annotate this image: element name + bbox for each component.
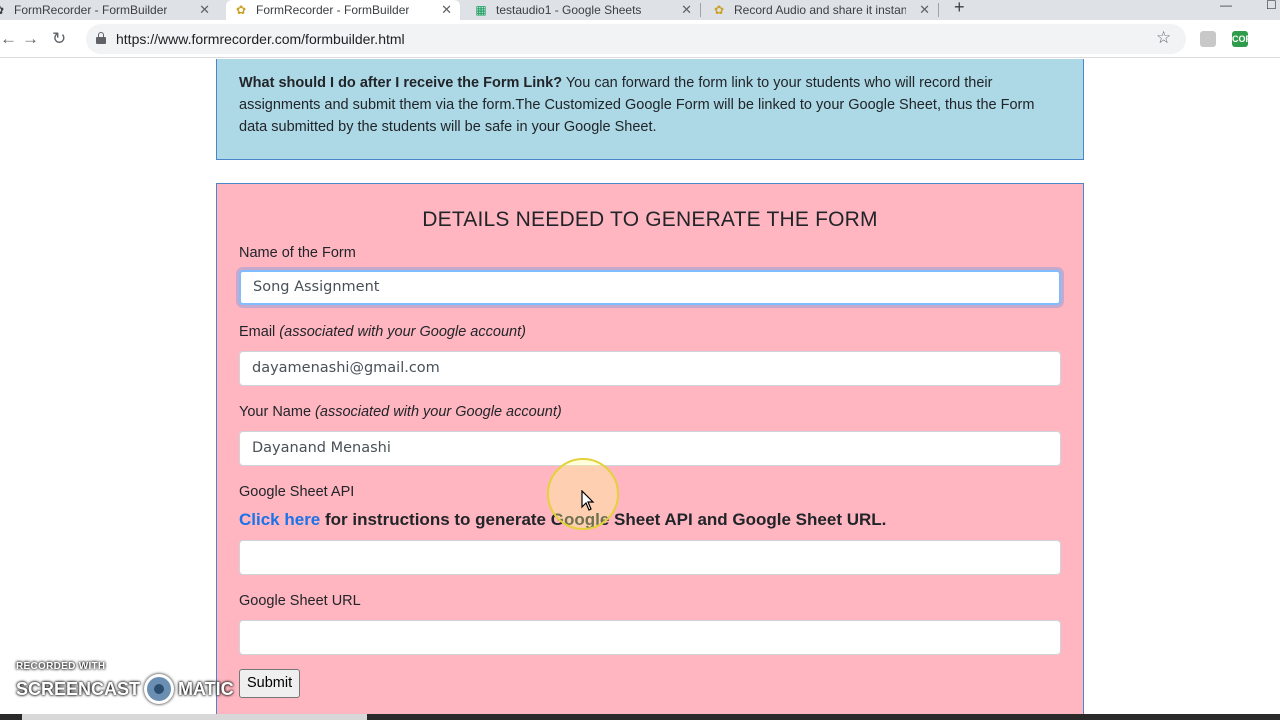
google-sheets-favicon-icon: ▦ [475,3,487,17]
lock-icon [96,32,106,44]
cors-extension-icon[interactable]: CORS [1232,31,1258,47]
url-text[interactable]: https://www.formrecorder.com/formbuilder… [116,31,405,47]
sheet-api-input[interactable] [239,540,1061,575]
tab-title: testaudio1 - Google Sheets [496,3,642,17]
your-name-label: Your Name (associated with your Google a… [239,404,562,420]
sheet-url-input[interactable] [239,620,1061,655]
browser-toolbar: ← → ↻ https://www.formrecorder.com/formb… [0,20,1280,58]
sheet-url-label: Google Sheet URL [239,593,361,609]
submit-button[interactable]: Submit [239,669,301,698]
pdf-extension-icon[interactable] [1200,31,1216,47]
close-tab-icon[interactable]: ✕ [441,2,452,18]
new-tab-icon[interactable]: + [954,0,965,18]
tab-title: Record Audio and share it instan [734,3,906,17]
browser-tab[interactable]: ▦ testaudio1 - Google Sheets ✕ [466,0,700,20]
browser-tab-active[interactable]: ✿ FormRecorder - FormBuilder ✕ [226,0,460,20]
address-bar[interactable]: https://www.formrecorder.com/formbuilder… [86,24,1186,54]
tab-title: FormRecorder - FormBuilder [256,3,410,17]
page-content: What should I do after I receive the For… [0,59,1280,720]
info-question: What should I do after I receive the For… [239,75,563,91]
tab-title: FormRecorder - FormBuilder [14,3,168,17]
watermark-left-text: SCREENCAST [16,678,141,699]
back-arrow-icon[interactable]: ← [0,29,17,49]
your-name-input[interactable]: Dayanand Menashi [239,431,1061,466]
email-label: Email (associated with your Google accou… [239,324,526,340]
formrecorder-favicon-icon: ✿ [0,3,6,17]
tab-divider [700,3,701,17]
browser-tab[interactable]: ✿ FormRecorder - FormBuilder ✕ [0,0,218,20]
form-details-panel: DETAILS NEEDED TO GENERATE THE FORM Name… [216,183,1084,720]
info-box: What should I do after I receive the For… [216,59,1084,160]
maximize-icon[interactable]: ☐ [1266,0,1277,12]
close-tab-icon[interactable]: ✕ [681,2,692,18]
forward-arrow-icon[interactable]: → [22,29,39,49]
sheet-api-label: Google Sheet API [239,484,355,500]
form-name-label: Name of the Form [239,245,356,261]
mouse-pointer-icon [581,490,595,511]
form-name-input[interactable]: Song Assignment [239,270,1061,305]
watermark-right-text: MATIC [178,678,234,699]
formrecorder-favicon-icon: ✿ [713,3,725,17]
email-input[interactable]: dayamenashi@gmail.com [239,351,1061,386]
close-tab-icon[interactable]: ✕ [199,2,210,18]
form-heading: DETAILS NEEDED TO GENERATE THE FORM [422,208,878,231]
formrecorder-favicon-icon: ✿ [235,3,247,17]
watermark-recorded-with: RECORDED WITH [16,661,106,672]
screencast-watermark: RECORDED WITH SCREENCAST MATIC [16,661,234,704]
reload-icon[interactable]: ↻ [52,29,66,49]
bookmark-star-icon[interactable]: ☆ [1156,28,1171,48]
browser-tab[interactable]: ✿ Record Audio and share it instan ✕ [704,0,938,20]
click-here-link[interactable]: Click here [239,510,320,529]
close-tab-icon[interactable]: ✕ [919,2,930,18]
bottom-strip [0,714,1280,720]
browser-tab-bar: ✿ FormRecorder - FormBuilder ✕ ✿ FormRec… [0,0,1280,20]
tab-divider [938,3,939,17]
minimize-icon[interactable]: — [1220,0,1232,12]
screencast-logo-icon [144,674,175,704]
